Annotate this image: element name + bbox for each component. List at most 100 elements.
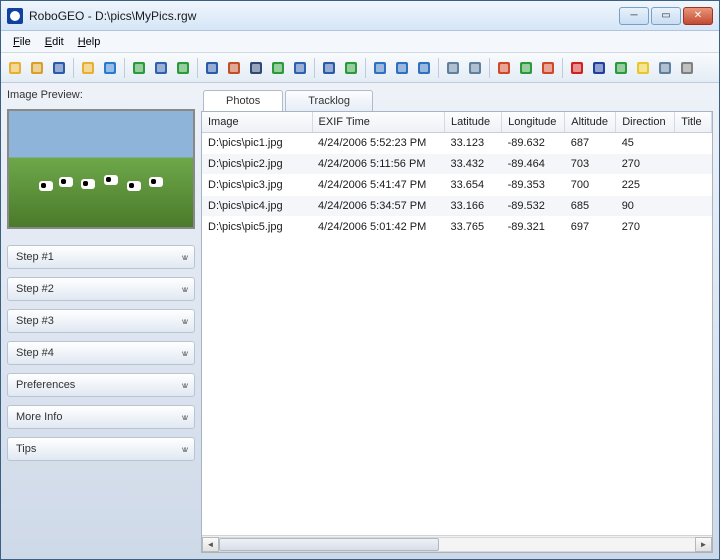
cell-image: D:\pics\pic5.jpg: [202, 216, 312, 237]
minimize-button[interactable]: ─: [619, 7, 649, 25]
table-icon[interactable]: [268, 58, 288, 78]
tab-photos[interactable]: Photos: [203, 90, 283, 111]
cell-lon: -89.464: [502, 153, 565, 174]
scroll-left-button[interactable]: ◄: [202, 537, 219, 552]
col-latitude[interactable]: Latitude: [445, 112, 502, 132]
open-folder-icon[interactable]: [27, 58, 47, 78]
chevron-down-icon: vv: [182, 285, 186, 294]
cell-exif: 4/24/2006 5:34:57 PM: [312, 195, 444, 216]
cell-title: [675, 153, 712, 174]
menu-help[interactable]: Help: [72, 34, 107, 50]
col-exif-time[interactable]: EXIF Time: [312, 112, 444, 132]
col-title[interactable]: Title: [675, 112, 712, 132]
chevron-down-icon: vv: [182, 381, 186, 390]
data-grid[interactable]: ImageEXIF TimeLatitudeLongitudeAltitudeD…: [201, 111, 713, 553]
image-preview[interactable]: [7, 109, 195, 229]
accordion-preferences[interactable]: Preferencesvv: [7, 373, 195, 397]
box-icon[interactable]: [677, 58, 697, 78]
toolbar-separator: [124, 58, 125, 78]
accordion-step-3[interactable]: Step #3vv: [7, 309, 195, 333]
note-icon[interactable]: [341, 58, 361, 78]
page-icon[interactable]: [100, 58, 120, 78]
close-button[interactable]: ✕: [683, 7, 713, 25]
col-direction[interactable]: Direction: [616, 112, 675, 132]
pencil-green-icon[interactable]: [516, 58, 536, 78]
table-row[interactable]: D:\pics\pic2.jpg4/24/2006 5:11:56 PM33.4…: [202, 153, 712, 174]
accordion-label: Tips: [16, 443, 36, 455]
cell-lat: 33.166: [445, 195, 502, 216]
save-icon[interactable]: [49, 58, 69, 78]
preview-label: Image Preview:: [7, 89, 195, 101]
edit-yellow-icon[interactable]: [633, 58, 653, 78]
menu-edit[interactable]: Edit: [39, 34, 70, 50]
scroll-thumb[interactable]: [219, 538, 439, 551]
align-icon[interactable]: [202, 58, 222, 78]
chevron-down-icon: vv: [182, 253, 186, 262]
list-icon[interactable]: [224, 58, 244, 78]
accordion-step-1[interactable]: Step #1 vv: [7, 245, 195, 269]
table-row[interactable]: D:\pics\pic1.jpg4/24/2006 5:52:23 PM33.1…: [202, 132, 712, 153]
grid-icon[interactable]: [173, 58, 193, 78]
content-area: Image Preview: Step #1vvStep #2vvStep #3…: [1, 83, 719, 559]
menu-file[interactable]: File: [7, 34, 37, 50]
scroll-track[interactable]: [219, 537, 695, 552]
table-row[interactable]: D:\pics\pic3.jpg4/24/2006 5:41:47 PM33.6…: [202, 174, 712, 195]
cell-lon: -89.353: [502, 174, 565, 195]
window-icon[interactable]: [290, 58, 310, 78]
tag-icon[interactable]: [655, 58, 675, 78]
globe-blue-icon[interactable]: [589, 58, 609, 78]
tab-tracklog[interactable]: Tracklog: [285, 90, 373, 111]
sound-prev-icon[interactable]: [370, 58, 390, 78]
main-pane: Photos Tracklog ImageEXIF TimeLatitudeLo…: [201, 83, 719, 559]
table-row[interactable]: D:\pics\pic5.jpg4/24/2006 5:01:42 PM33.7…: [202, 216, 712, 237]
maximize-button[interactable]: ▭: [651, 7, 681, 25]
col-altitude[interactable]: Altitude: [565, 112, 616, 132]
toolbar-separator: [365, 58, 366, 78]
cell-image: D:\pics\pic4.jpg: [202, 195, 312, 216]
col-image[interactable]: Image: [202, 112, 312, 132]
accordion-label: Step #4: [16, 347, 54, 359]
tab-strip: Photos Tracklog: [203, 87, 713, 111]
browse-folder-icon[interactable]: [78, 58, 98, 78]
cell-lat: 33.765: [445, 216, 502, 237]
target-icon[interactable]: [246, 58, 266, 78]
arrow-back-icon[interactable]: [538, 58, 558, 78]
calendar-icon[interactable]: [151, 58, 171, 78]
col-longitude[interactable]: Longitude: [502, 112, 565, 132]
cell-alt: 700: [565, 174, 616, 195]
accordion-step-4[interactable]: Step #4 vv: [7, 341, 195, 365]
globe-earth-icon[interactable]: [611, 58, 631, 78]
accordion-step-2[interactable]: Step #2vv: [7, 277, 195, 301]
sound-next-icon[interactable]: [414, 58, 434, 78]
horizontal-scrollbar[interactable]: ◄ ►: [202, 535, 712, 552]
cell-dir: 270: [616, 216, 675, 237]
sidebar: Image Preview: Step #1vvStep #2vvStep #3…: [1, 83, 201, 559]
cell-image: D:\pics\pic1.jpg: [202, 132, 312, 153]
cell-exif: 4/24/2006 5:01:42 PM: [312, 216, 444, 237]
chevron-down-icon: vv: [182, 349, 186, 358]
accordion-more-info[interactable]: More Infovv: [7, 405, 195, 429]
cell-lat: 33.654: [445, 174, 502, 195]
cell-title: [675, 216, 712, 237]
frames-icon[interactable]: [443, 58, 463, 78]
download-icon[interactable]: [129, 58, 149, 78]
cell-exif: 4/24/2006 5:52:23 PM: [312, 132, 444, 153]
frame-stack-icon[interactable]: [465, 58, 485, 78]
grid-header-row: ImageEXIF TimeLatitudeLongitudeAltitudeD…: [202, 112, 712, 132]
accordion-tips[interactable]: Tipsvv: [7, 437, 195, 461]
chevron-down-icon: vv: [182, 413, 186, 422]
cell-alt: 685: [565, 195, 616, 216]
scroll-right-button[interactable]: ►: [695, 537, 712, 552]
titlebar[interactable]: RoboGEO - D:\pics\MyPics.rgw ─ ▭ ✕: [1, 1, 719, 31]
cell-exif: 4/24/2006 5:41:47 PM: [312, 174, 444, 195]
menubar: File Edit Help: [1, 31, 719, 53]
table-row[interactable]: D:\pics\pic4.jpg4/24/2006 5:34:57 PM33.1…: [202, 195, 712, 216]
accordion-label: Step #1: [16, 251, 54, 263]
sound-play-icon[interactable]: [392, 58, 412, 78]
pin-icon[interactable]: [567, 58, 587, 78]
column-icon[interactable]: [319, 58, 339, 78]
accordion: Step #1vvStep #2vvStep #3vvStep #4vvPref…: [7, 245, 195, 461]
cell-lat: 33.123: [445, 132, 502, 153]
new-folder-icon[interactable]: [5, 58, 25, 78]
arrow-right-icon[interactable]: [494, 58, 514, 78]
